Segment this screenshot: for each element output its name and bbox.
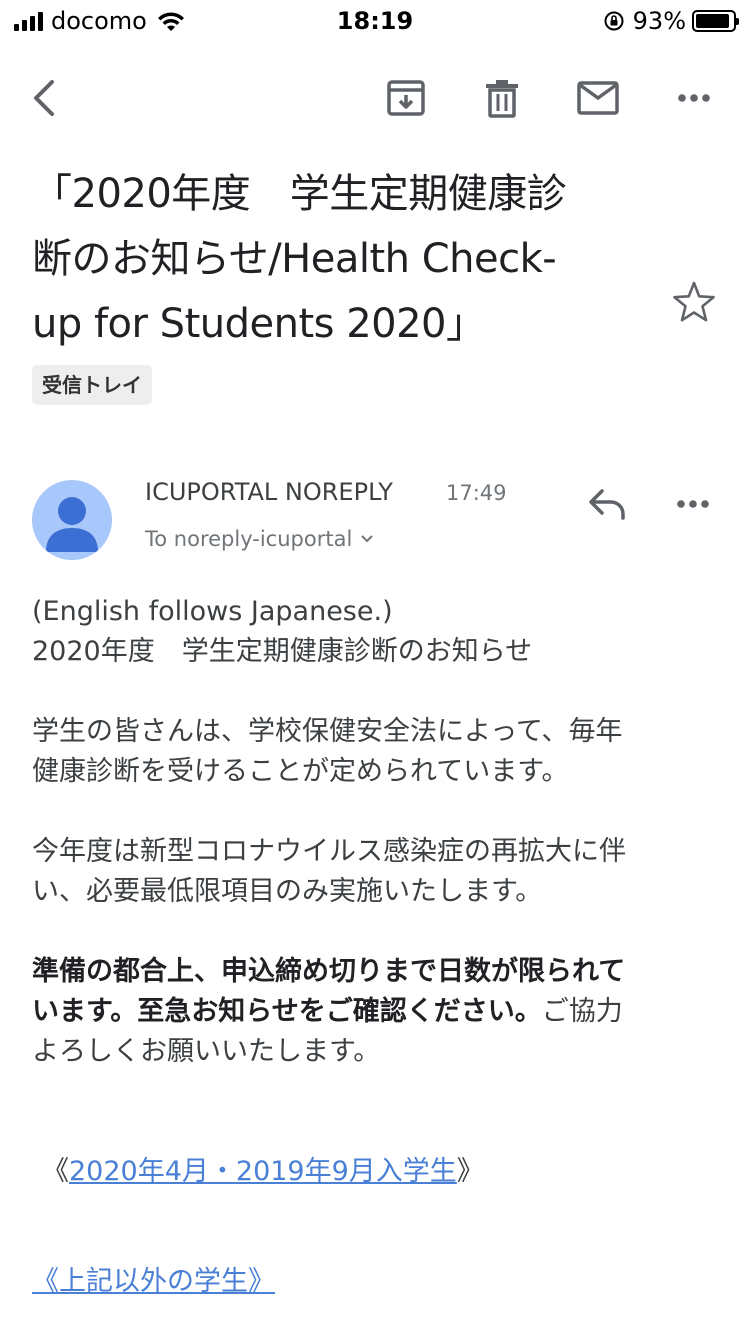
body-text: ご協力 [541, 996, 623, 1027]
email-subject: 「2020年度 学生定期健康診 断のお知らせ/Health Check- up … [32, 162, 642, 357]
back-button[interactable] [14, 60, 74, 136]
battery-percent: 93% [632, 7, 686, 35]
sent-time: 17:49 [446, 481, 507, 505]
archive-button[interactable] [376, 60, 436, 136]
back-icon [34, 80, 54, 116]
more-icon [677, 500, 709, 508]
chevron-down-icon [361, 535, 373, 543]
delete-button[interactable] [472, 60, 532, 136]
person-icon [46, 497, 98, 552]
body-line: い、必要最低限項目のみ実施いたします。 [32, 876, 543, 907]
body-line: (English follows Japanese.) [32, 596, 393, 627]
subject-line: 断のお知らせ/Health Check- [32, 236, 557, 282]
link-line: 《上記以外の学生》 [32, 1262, 712, 1302]
status-right: 93% [603, 7, 739, 35]
more-options-button[interactable] [664, 60, 724, 136]
body-line: 今年度は新型コロナウイルス感染症の再拡大に伴 [32, 836, 626, 867]
body-line: 2020年度 学生定期健康診断のお知らせ [32, 636, 533, 667]
star-icon[interactable] [670, 278, 718, 326]
reply-button[interactable] [580, 480, 634, 528]
mark-unread-button[interactable] [568, 60, 628, 136]
body-line: よろしくお願いいたします。 [32, 1036, 381, 1067]
body-line: 健康診断を受けることが定められています。 [32, 756, 569, 787]
archive-icon [387, 80, 425, 116]
reply-icon [589, 489, 625, 520]
inbox-label-chip[interactable]: 受信トレイ [32, 365, 152, 405]
bracket-open: 《 [42, 1156, 69, 1187]
body-mixed-line: います。至急お知らせをご確認ください。ご協力 [32, 992, 712, 1032]
recipient-details[interactable]: To noreply-icuportal [145, 527, 374, 551]
email-body: (English follows Japanese.) 2020年度 学生定期健… [32, 592, 712, 1302]
avatar[interactable] [32, 480, 112, 560]
mail-icon [577, 81, 619, 115]
battery-icon [692, 10, 739, 32]
recipient-text: To noreply-icuportal [145, 527, 353, 551]
rotation-lock-icon [604, 11, 624, 31]
more-icon [678, 94, 710, 102]
subject-line: 「2020年度 学生定期健康診 [32, 171, 567, 217]
body-line: 学生の皆さんは、学校保健安全法によって、毎年 [32, 716, 623, 747]
link-other-students[interactable]: 《上記以外の学生》 [32, 1266, 275, 1297]
email-toolbar [0, 60, 750, 136]
body-bold-text: います。至急お知らせをご確認ください。 [32, 996, 542, 1027]
battery-fill [696, 14, 730, 28]
message-more-button[interactable] [666, 480, 720, 528]
bracket-close: 》 [456, 1156, 484, 1187]
subject-line: up for Students 2020」 [32, 301, 486, 347]
status-bar: docomo 18:19 93% [0, 0, 750, 42]
trash-icon [486, 80, 518, 118]
body-bold-line: 準備の都合上、申込締め切りまで日数が限られて [32, 956, 626, 987]
link-line: 《2020年4月・2019年9月入学生》 [42, 1152, 712, 1192]
link-2020-students[interactable]: 2020年4月・2019年9月入学生 [69, 1156, 457, 1187]
sender-name: ICUPORTAL NOREPLY [145, 478, 393, 506]
